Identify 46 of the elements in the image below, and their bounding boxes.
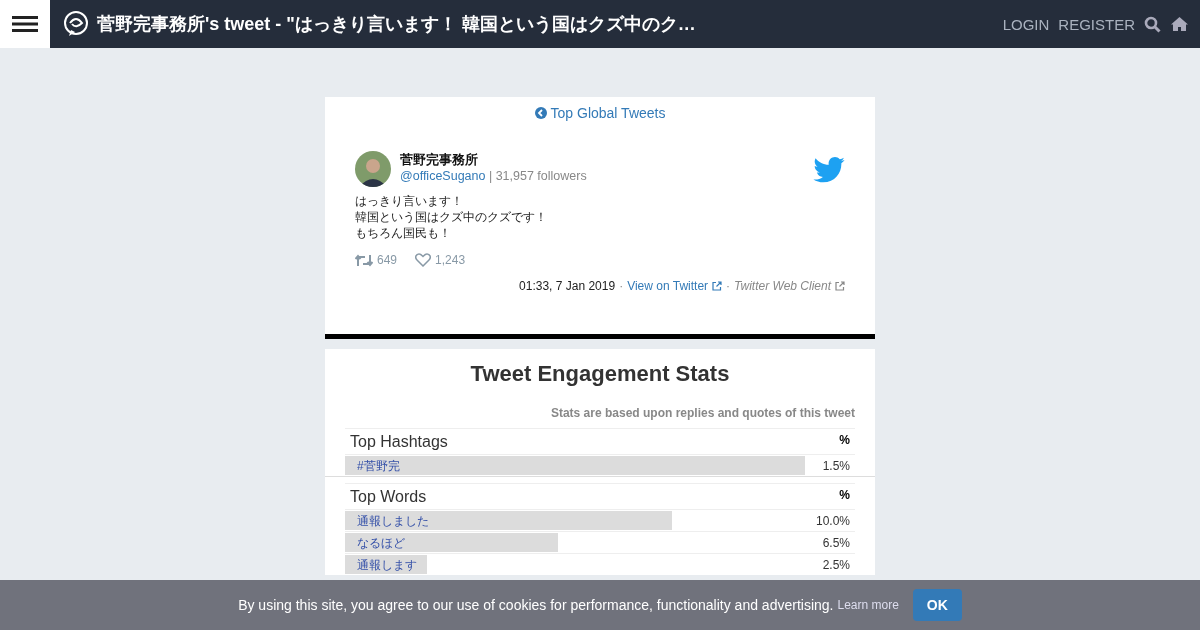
author-name: 菅野完事務所 — [400, 151, 479, 169]
retweet-count: 649 — [377, 253, 398, 267]
term-link[interactable]: 通報します — [357, 558, 417, 572]
client-name: Twitter Web Client — [734, 279, 831, 293]
logo-icon[interactable] — [63, 10, 89, 38]
nav-link[interactable]: LOGIN — [1002, 15, 1050, 33]
nav-link[interactable]: REGISTER — [1058, 15, 1135, 33]
term-link[interactable]: 通報しました — [357, 514, 429, 528]
section-heading: Top Words — [345, 483, 805, 510]
tweet-timestamp: 01:33, 7 Jan 2019 — [519, 279, 616, 293]
column-header: % — [839, 433, 850, 447]
percent-value: 1.5% — [805, 454, 855, 476]
view-on-twitter-link[interactable]: View on Twitter — [627, 279, 709, 293]
percent-value: 10.0% — [805, 509, 855, 532]
tweet-text: もちろん国民も！ — [355, 225, 452, 241]
retweet-icon[interactable] — [355, 253, 373, 267]
stats-title: Tweet Engagement Stats — [469, 361, 731, 387]
term-link[interactable]: #菅野完 — [357, 459, 400, 473]
page-title: 菅野完事務所's tweet - "はっきり言います！ 韓国という国はクズ中のク… — [97, 13, 696, 36]
avatar — [355, 151, 391, 187]
search-icon[interactable] — [1144, 15, 1161, 33]
arrow-left-icon — [534, 107, 547, 119]
ok-button[interactable]: OK — [912, 589, 962, 621]
percent-value: 6.5% — [805, 531, 855, 554]
external-link-icon — [835, 281, 845, 291]
section-heading: Top Hashtags — [345, 428, 805, 455]
menu-button[interactable] — [0, 0, 50, 48]
separator-dot: · — [619, 279, 624, 293]
home-icon[interactable] — [1170, 16, 1189, 32]
heart-icon[interactable] — [415, 253, 432, 267]
menu-icon — [12, 15, 38, 33]
like-count: 1,243 — [435, 253, 466, 267]
tweet-text: はっきり言います！ — [355, 193, 464, 209]
term-link[interactable]: なるほど — [357, 536, 405, 550]
author-handle[interactable]: @officeSugano — [400, 169, 486, 183]
cookie-text: By using this site, you agree to our use of cookies for performance, functionality and advertising. — [238, 597, 834, 613]
external-link-icon — [712, 281, 723, 291]
tweet-text: 韓国という国はクズ中のクズです！ — [355, 209, 548, 225]
separator-dot: · — [726, 279, 731, 293]
learn-more-link[interactable]: Learn more — [837, 598, 899, 612]
back-link[interactable]: Top Global Tweets — [534, 105, 666, 121]
follower-count: | 31,957 followers — [488, 169, 587, 183]
stats-note: Stats are based upon replies and quotes of this tweet — [549, 406, 855, 420]
column-header: % — [839, 488, 850, 502]
bird-icon — [813, 157, 845, 183]
percent-value: 2.5% — [805, 553, 855, 575]
